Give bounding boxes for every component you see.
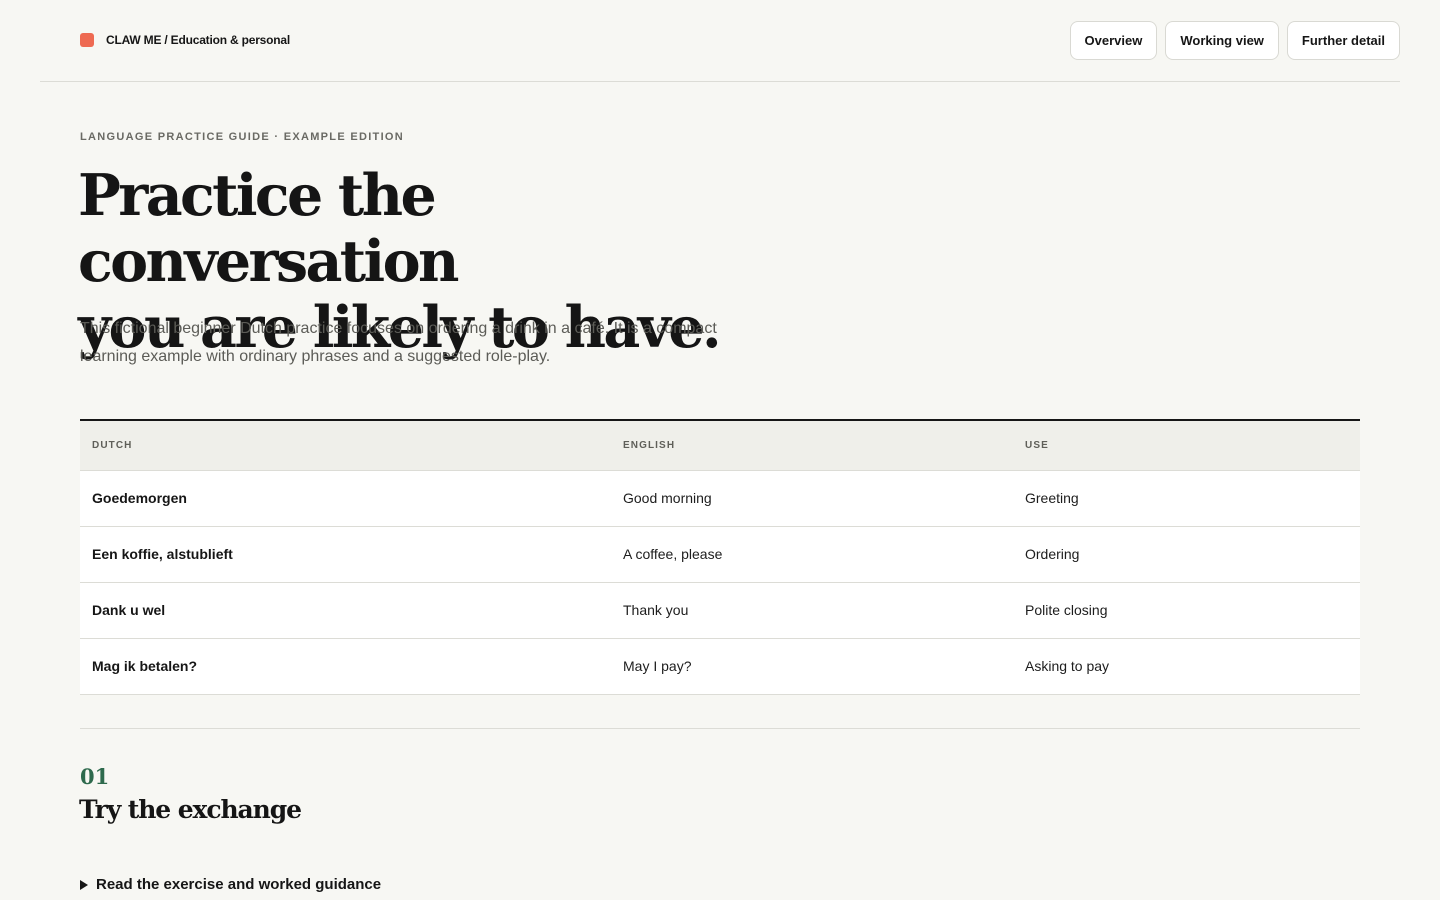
page-title-line-1: Practice the conversation bbox=[78, 162, 459, 295]
dutch-phrase-cell: Goedemorgen bbox=[80, 470, 611, 527]
section-title: Try the exchange bbox=[79, 795, 302, 824]
table-row: Goedemorgen Good morning Greeting bbox=[80, 470, 1360, 527]
table-row: Dank u wel Thank you Polite closing bbox=[80, 582, 1360, 639]
dutch-phrase-cell: Een koffie, alstublieft bbox=[80, 526, 611, 583]
use-cell: Asking to pay bbox=[1013, 638, 1360, 695]
table-header-row: DUTCH ENGLISH USE bbox=[80, 420, 1360, 471]
exercise-disclosure-toggle[interactable]: Read the exercise and worked guidance bbox=[80, 876, 381, 893]
disclosure-triangle-icon bbox=[80, 879, 88, 890]
section-divider bbox=[80, 728, 1360, 729]
english-translation-cell: May I pay? bbox=[611, 638, 1013, 695]
nav-overview-button[interactable]: Overview bbox=[1069, 21, 1158, 60]
brand-label: CLAW ME / Education & personal bbox=[106, 33, 291, 47]
section-number: 01 bbox=[80, 764, 110, 789]
english-translation-cell: Thank you bbox=[611, 582, 1013, 639]
use-cell: Polite closing bbox=[1013, 582, 1360, 639]
use-cell: Ordering bbox=[1013, 526, 1360, 583]
use-cell: Greeting bbox=[1013, 470, 1360, 527]
column-header-dutch: DUTCH bbox=[80, 420, 611, 471]
nav-working-view-button[interactable]: Working view bbox=[1165, 21, 1279, 60]
disclosure-label: Read the exercise and worked guidance bbox=[96, 876, 382, 893]
column-header-english: ENGLISH bbox=[611, 420, 1013, 471]
table-row: Mag ik betalen? May I pay? Asking to pay bbox=[80, 638, 1360, 695]
english-translation-cell: A coffee, please bbox=[611, 526, 1013, 583]
brand[interactable]: CLAW ME / Education & personal bbox=[80, 33, 290, 47]
top-navigation: Overview Working view Further detail bbox=[1069, 21, 1400, 60]
column-header-use: USE bbox=[1013, 420, 1360, 471]
page-eyebrow: LANGUAGE PRACTICE GUIDE · EXAMPLE EDITIO… bbox=[80, 131, 405, 143]
nav-further-detail-button[interactable]: Further detail bbox=[1286, 21, 1400, 60]
dutch-phrase-cell: Mag ik betalen? bbox=[80, 638, 611, 695]
english-translation-cell: Good morning bbox=[611, 470, 1013, 527]
top-bar: CLAW ME / Education & personal Overview … bbox=[40, 0, 1400, 82]
brand-logo-icon bbox=[80, 33, 94, 47]
intro-paragraph: This fictional beginner Dutch practice f… bbox=[80, 320, 717, 365]
phrase-table: DUTCH ENGLISH USE Goedemorgen Good morni… bbox=[80, 419, 1360, 695]
dutch-phrase-cell: Dank u wel bbox=[80, 582, 611, 639]
table-row: Een koffie, alstublieft A coffee, please… bbox=[80, 526, 1360, 583]
